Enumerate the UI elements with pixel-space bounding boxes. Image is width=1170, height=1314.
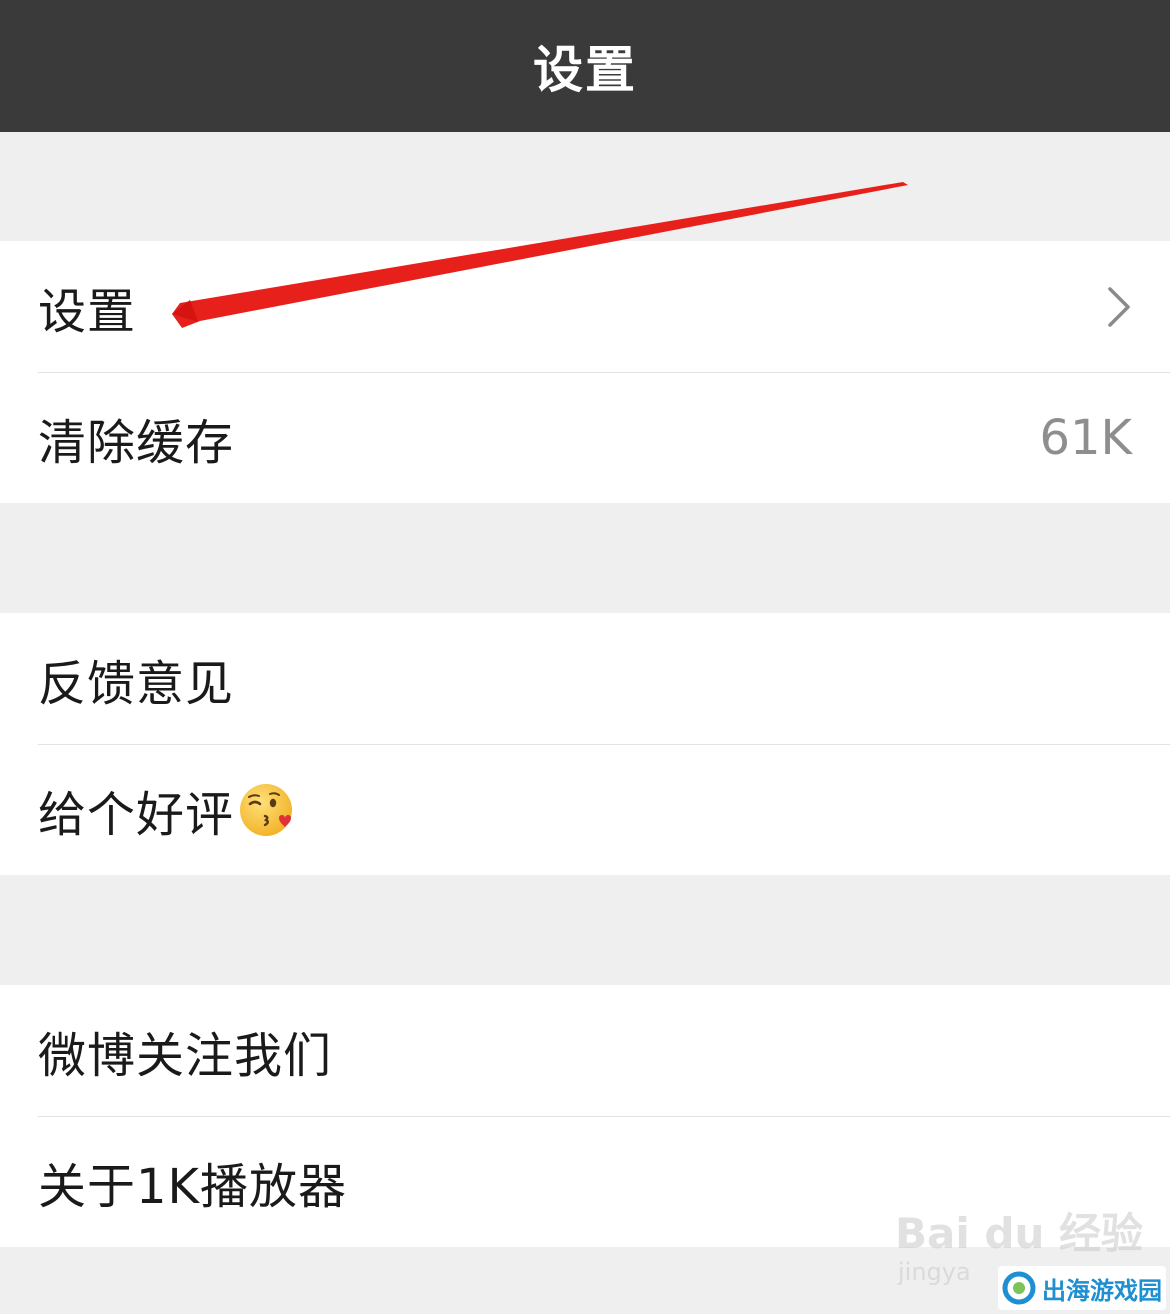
kissing-face-heart-icon [240, 783, 293, 836]
weibo-follow-label: 微博关注我们 [38, 1027, 333, 1084]
rate-app-label: 给个好评 [38, 786, 235, 843]
weibo-follow-row[interactable]: 微博关注我们 [0, 985, 1170, 1116]
site-logo: 出海游戏园 [998, 1266, 1166, 1310]
about-label: 关于1K播放器 [38, 1158, 348, 1215]
settings-group-2: 反馈意见 给个好评 [0, 613, 1170, 875]
logo-icon [1002, 1271, 1036, 1305]
feedback-row[interactable]: 反馈意见 [0, 613, 1170, 744]
settings-row-label: 设置 [38, 283, 137, 340]
clear-cache-row[interactable]: 清除缓存 61K [0, 372, 1170, 503]
cache-size-value: 61K [1039, 409, 1132, 466]
nav-bar: 设置 [0, 0, 1170, 132]
chevron-right-icon [1108, 286, 1130, 327]
baidu-watermark-sub: jingya [898, 1258, 971, 1286]
settings-group-1: 设置 清除缓存 61K [0, 241, 1170, 503]
rate-app-row[interactable]: 给个好评 [0, 744, 1170, 875]
logo-text: 出海游戏园 [1042, 1276, 1162, 1305]
clear-cache-label: 清除缓存 [38, 414, 235, 471]
settings-row[interactable]: 设置 [0, 241, 1170, 372]
baidu-watermark: Bai du 经验 [895, 1209, 1143, 1258]
feedback-label: 反馈意见 [38, 655, 235, 712]
page-title: 设置 [533, 41, 637, 99]
